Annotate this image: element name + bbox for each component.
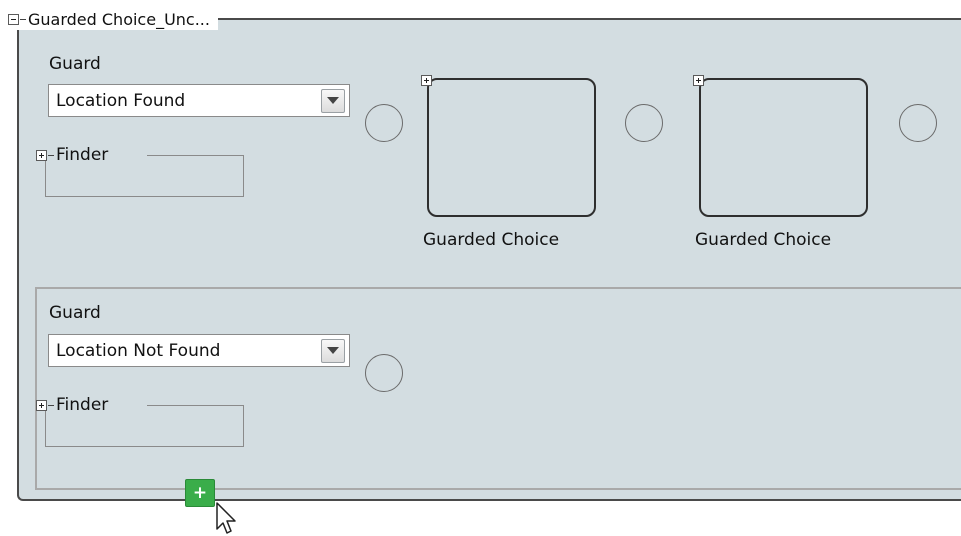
guard-label: Guard [49,303,101,323]
guard-select[interactable]: Location Not Found [48,334,350,367]
connector-circle[interactable] [365,104,403,142]
guard-select[interactable]: Location Found [48,84,350,117]
finder-header: Finder [36,145,108,165]
add-branch-button[interactable]: + [185,479,215,507]
finder-label: Finder [56,145,109,165]
expand-icon[interactable] [36,399,47,411]
dropdown-button[interactable] [321,338,345,363]
guarded-choice-title: Guarded Choice_Unc... [28,9,210,29]
finder-border [147,155,244,156]
connector-circle[interactable] [625,104,663,142]
mouse-cursor-icon [216,502,236,534]
guard-label: Guard [49,54,101,74]
guarded-choice-box[interactable] [421,75,596,217]
finder-connector [48,154,54,156]
dropdown-button[interactable] [321,88,345,113]
finder-border [147,405,244,406]
guarded-choice-box[interactable] [693,75,868,217]
expand-icon[interactable] [36,149,47,161]
finder-connector [48,404,54,406]
finder-header: Finder [36,395,108,415]
expand-icon[interactable] [421,75,432,86]
guarded-choice-label: Guarded Choice [423,230,560,250]
chevron-down-icon [327,97,339,104]
chevron-down-icon [327,347,339,354]
guard-select-value: Location Not Found [56,340,221,361]
connector-circle[interactable] [365,354,403,392]
finder-label: Finder [56,395,109,415]
guard-select-value: Location Found [56,90,186,111]
expand-icon[interactable] [693,75,704,86]
guard-branch-panel[interactable] [35,287,961,490]
header-connector [20,18,26,20]
guarded-choice-label: Guarded Choice [695,230,832,250]
collapse-icon[interactable] [8,13,19,25]
connector-circle[interactable] [899,104,937,142]
guarded-choice-header: Guarded Choice_Unc... [8,8,218,30]
